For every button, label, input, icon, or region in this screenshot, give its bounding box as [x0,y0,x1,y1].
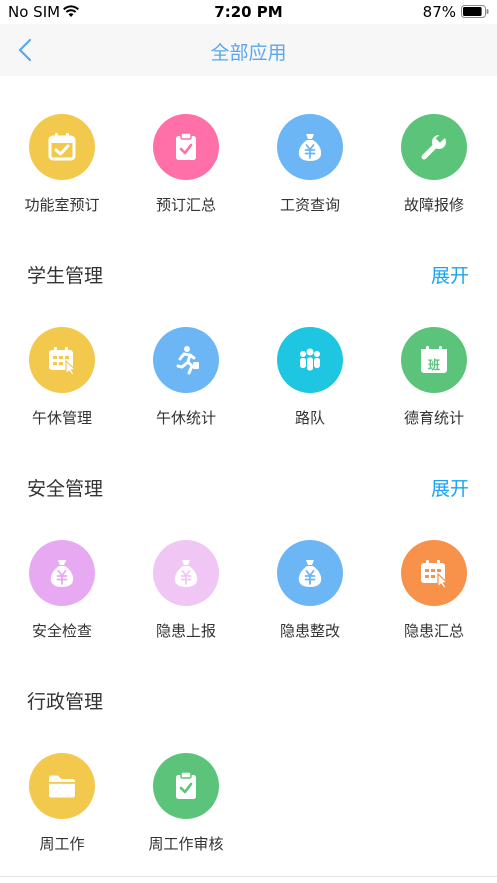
calendar-check-icon [48,133,76,161]
app-icon-circle: 班 [401,327,467,393]
section-title: 学生管理 [27,265,104,287]
app-road-team[interactable]: 路队 [248,327,372,457]
app-icon-circle [153,114,219,180]
safety-apps-grid: 安全检查 隐患上报 隐患整改 隐患汇总 [0,540,497,670]
app-label: 故障报修 [403,196,464,214]
section-header-safety: 安全管理 展开 [0,468,497,508]
app-icon-circle [29,540,95,606]
clipboard-check-icon [176,132,196,160]
class-glyph: 班 [428,357,440,372]
app-hazard-rectification[interactable]: 隐患整改 [248,540,372,670]
app-icon-circle [277,114,343,180]
app-icon-circle [153,753,219,819]
wrench-icon [421,132,447,160]
bottom-divider [0,876,497,877]
navigation-bar: 全部应用 [0,24,497,76]
app-label: 安全检查 [31,622,92,640]
app-icon-circle [401,114,467,180]
app-icon-circle [29,753,95,819]
app-label: 功能室预订 [24,196,100,214]
app-label: 隐患汇总 [403,622,464,640]
app-label: 午休统计 [155,409,216,427]
student-apps-grid: 午休管理 午休统计 路队 班 德育统计 [0,327,497,457]
app-weekly-work[interactable]: 周工作 [0,753,124,883]
app-noon-rest-management[interactable]: 午休管理 [0,327,124,457]
app-label: 预订汇总 [155,196,216,214]
money-bag-icon [298,134,322,161]
app-label: 工资查询 [279,196,340,214]
money-bag-icon [174,560,198,587]
app-function-room-booking[interactable]: 功能室预订 [0,114,124,244]
app-icon-circle [29,114,95,180]
app-booking-summary[interactable]: 预订汇总 [124,114,248,244]
clipboard-check-icon [176,771,196,799]
people-group-icon [300,348,320,372]
app-label: 路队 [294,409,325,427]
section-header-administration: 行政管理 [0,681,497,721]
app-hazard-summary[interactable]: 隐患汇总 [372,540,496,670]
running-person-icon [176,346,199,375]
app-label: 周工作 [39,835,85,853]
app-label: 德育统计 [403,409,464,427]
app-fault-repair[interactable]: 故障报修 [372,114,496,244]
expand-button[interactable]: 展开 [431,261,469,288]
folder-icon [49,775,75,798]
class-calendar-icon: 班 [421,346,447,373]
section-title: 行政管理 [27,691,104,713]
battery-icon [461,5,489,18]
app-label: 午休管理 [31,409,92,427]
battery-percentage: 87% [422,3,456,21]
app-weekly-work-review[interactable]: 周工作审核 [124,753,248,883]
section-header-student: 学生管理 展开 [0,255,497,295]
app-icon-circle [29,327,95,393]
app-icon-circle [277,540,343,606]
app-label: 周工作审核 [148,835,224,853]
section-title: 安全管理 [27,478,104,500]
app-noon-rest-statistics[interactable]: 午休统计 [124,327,248,457]
app-hazard-report[interactable]: 隐患上报 [124,540,248,670]
administration-apps-grid: 周工作 周工作审核 [0,753,497,883]
app-icon-circle [401,540,467,606]
money-bag-icon [50,560,74,587]
app-icon-circle [153,540,219,606]
app-safety-inspection[interactable]: 安全检查 [0,540,124,670]
calendar-pointer-icon [421,560,449,589]
app-icon-circle [277,327,343,393]
app-label: 隐患整改 [279,622,340,640]
expand-button[interactable]: 展开 [431,474,469,501]
app-moral-education-statistics[interactable]: 班 德育统计 [372,327,496,457]
money-bag-icon [298,560,322,587]
app-icon-circle [153,327,219,393]
app-salary-query[interactable]: 工资查询 [248,114,372,244]
app-label: 隐患上报 [155,622,216,640]
quick-apps-grid: 功能室预订 预订汇总 工资查询 故障报修 [0,114,497,244]
status-bar: No SIM 7:20 PM 87% [0,0,497,24]
calendar-pointer-icon [49,347,77,376]
page-title: 全部应用 [210,42,287,64]
